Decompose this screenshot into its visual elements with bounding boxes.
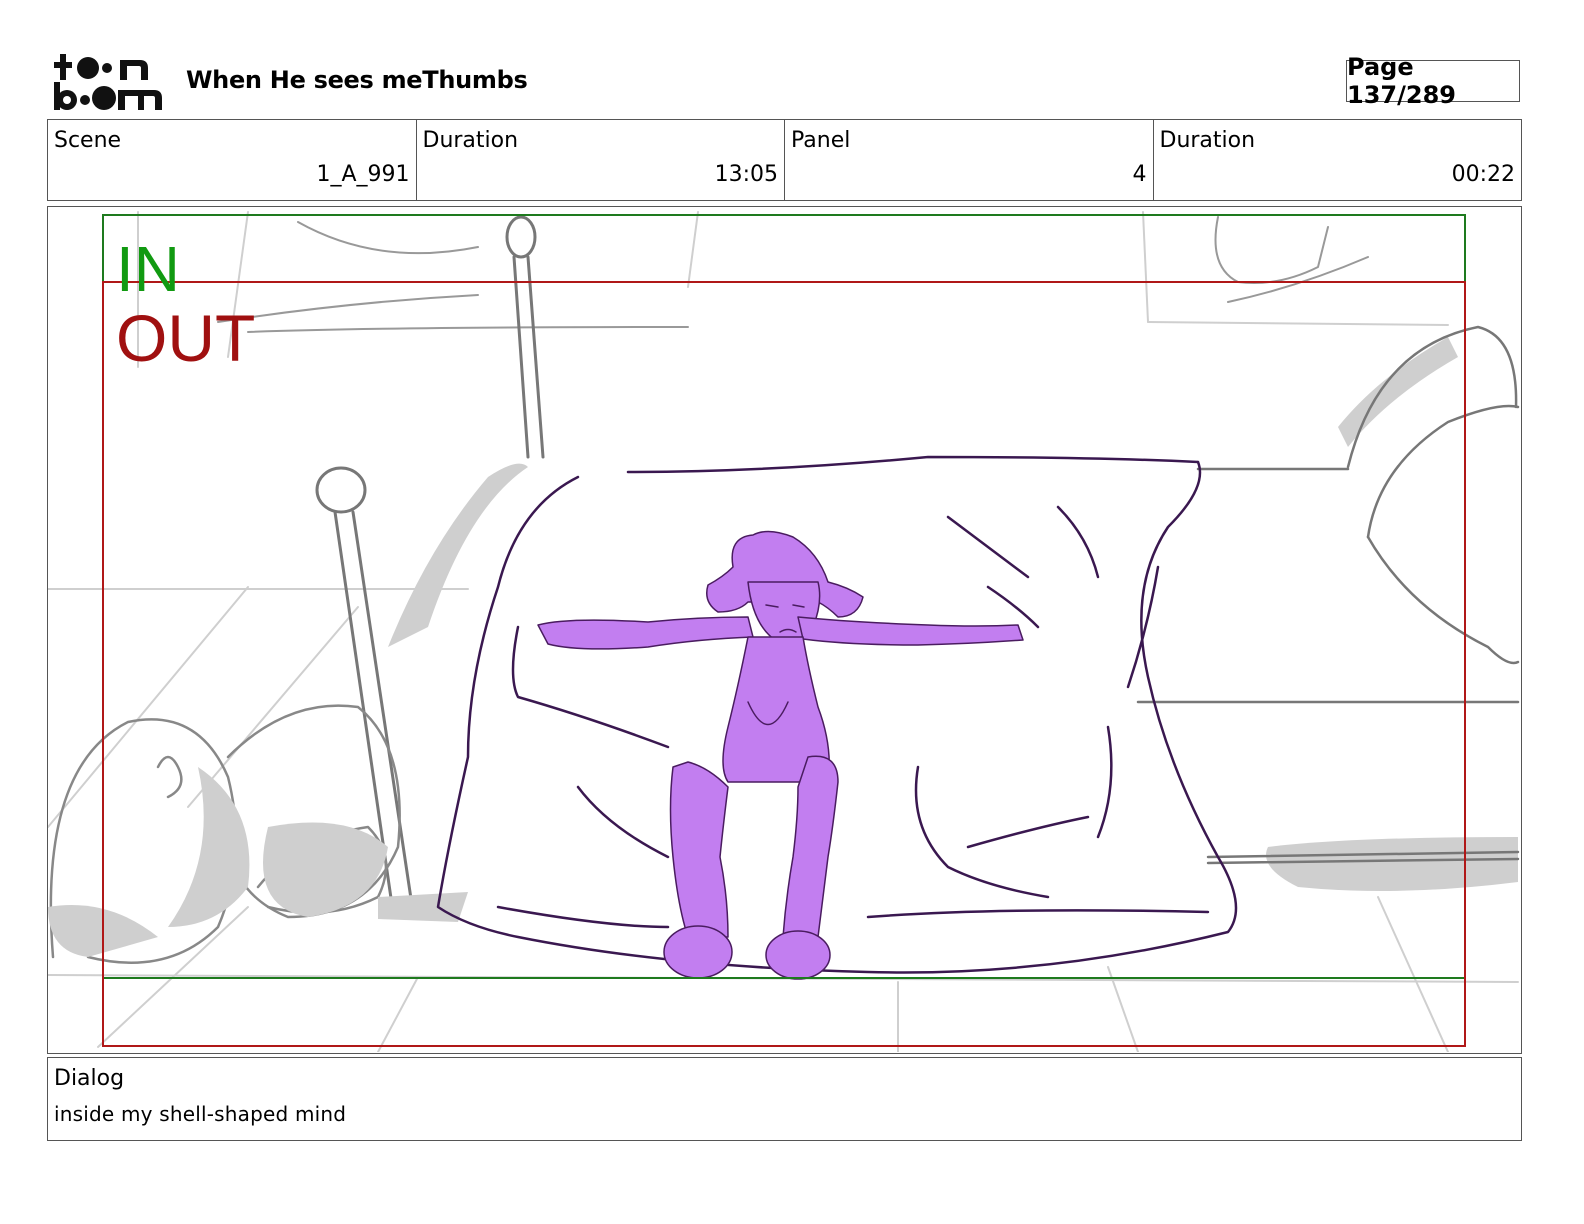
dialog-box: Dialog inside my shell-shaped mind [47, 1057, 1522, 1141]
scene-label: Scene [54, 128, 122, 153]
out-frame-label: OUT [116, 301, 256, 375]
toon-boom-logo [52, 52, 164, 112]
panel-value: 4 [1132, 162, 1147, 187]
dialog-label: Dialog [54, 1066, 125, 1091]
panel-cell: Panel 4 [785, 120, 1154, 200]
duration-value: 13:05 [714, 162, 778, 187]
dialog-text: inside my shell-shaped mind [54, 1102, 347, 1126]
document-title: When He sees meThumbs [186, 66, 528, 94]
panel-duration-cell: Duration 00:22 [1154, 120, 1522, 200]
scene-cell: Scene 1_A_991 [48, 120, 417, 200]
panel-duration-label: Duration [1159, 128, 1256, 153]
duration-label: Duration [422, 128, 519, 153]
info-table: Scene 1_A_991 Duration 13:05 Panel 4 Dur… [47, 119, 1522, 201]
panel-duration-value: 00:22 [1451, 162, 1515, 187]
storyboard-panel: IN OUT [47, 206, 1522, 1054]
sketch-drawing [48, 211, 1520, 1052]
panel-label: Panel [791, 128, 851, 153]
duration-cell: Duration 13:05 [417, 120, 785, 200]
in-frame-label: IN [116, 233, 180, 305]
page-number: Page 137/289 [1346, 53, 1520, 109]
scene-value: 1_A_991 [316, 162, 410, 187]
